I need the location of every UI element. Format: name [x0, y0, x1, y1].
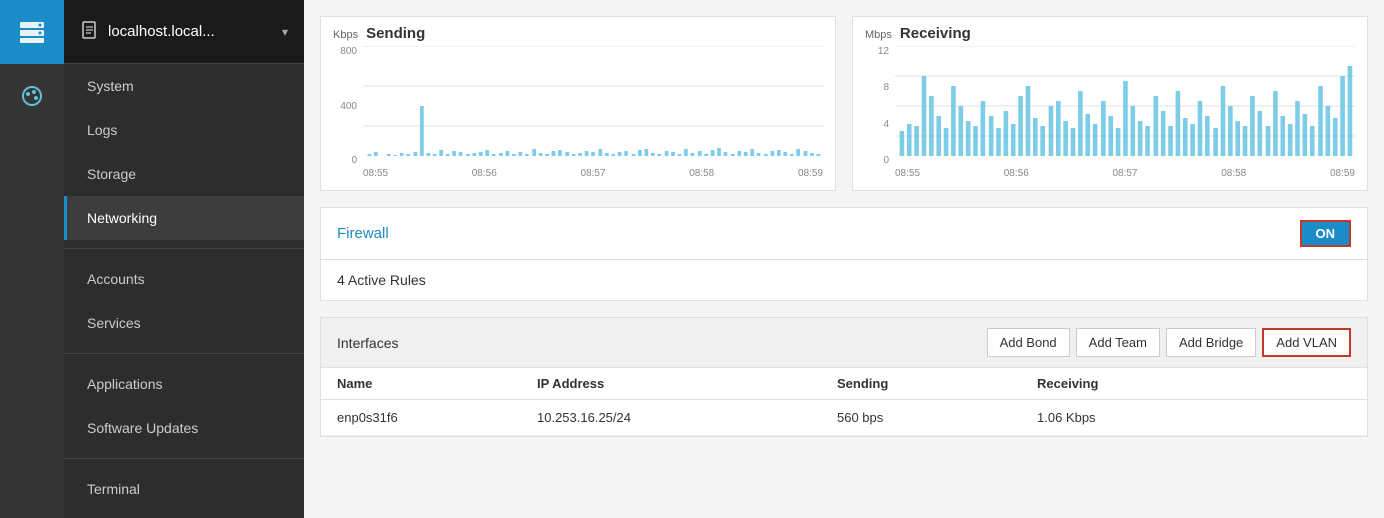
firewall-header: Firewall ON	[321, 208, 1367, 260]
sidebar-item-system[interactable]: System	[64, 64, 304, 108]
sending-chart-header: Kbps Sending	[333, 25, 823, 42]
x-label: 08:58	[689, 168, 714, 186]
y-label: 8	[865, 82, 889, 93]
sending-unit: Kbps	[333, 29, 358, 41]
x-label: 08:56	[472, 168, 497, 186]
row-sending: 560 bps	[837, 410, 1037, 425]
receiving-chart-svg	[895, 46, 1355, 166]
app-logo	[0, 0, 64, 64]
receiving-x-labels: 08:55 08:56 08:57 08:58 08:59	[895, 168, 1355, 186]
nav-header[interactable]: localhost.local... ▾	[64, 0, 304, 64]
x-label: 08:57	[1112, 168, 1137, 186]
icon-sidebar	[0, 0, 64, 518]
x-label: 08:57	[580, 168, 605, 186]
sending-y-labels: 800 400 0	[333, 46, 361, 166]
y-label: 0	[865, 155, 889, 166]
sidebar-item-accounts[interactable]: Accounts	[64, 257, 304, 301]
firewall-link[interactable]: Firewall	[337, 225, 389, 242]
sending-title: Sending	[366, 25, 425, 42]
sidebar-item-networking[interactable]: Networking	[64, 196, 304, 240]
nav-divider-3	[64, 458, 304, 459]
dashboard-nav-icon[interactable]	[0, 64, 64, 128]
nav-divider	[64, 248, 304, 249]
x-label: 08:58	[1221, 168, 1246, 186]
table-row[interactable]: enp0s31f6 10.253.16.25/24 560 bps 1.06 K…	[321, 400, 1367, 436]
y-label: 0	[333, 155, 357, 166]
receiving-title: Receiving	[900, 25, 971, 42]
sending-chart-area: 800 400 0	[333, 46, 823, 186]
sending-chart-svg	[363, 46, 823, 166]
sidebar-item-logs[interactable]: Logs	[64, 108, 304, 152]
nav-header-title: localhost.local...	[108, 23, 282, 40]
y-label: 800	[333, 46, 357, 57]
receiving-chart-area: 12 8 4 0	[865, 46, 1355, 186]
add-bond-button[interactable]: Add Bond	[987, 328, 1070, 357]
col-header-name: Name	[337, 376, 537, 391]
firewall-body: 4 Active Rules	[321, 260, 1367, 300]
receiving-y-labels: 12 8 4 0	[865, 46, 893, 166]
charts-row: Kbps Sending 800 400 0	[320, 16, 1368, 191]
x-label: 08:55	[363, 168, 388, 186]
sending-chart-container: Kbps Sending 800 400 0	[320, 16, 836, 191]
receiving-chart-inner	[895, 46, 1355, 166]
add-team-button[interactable]: Add Team	[1076, 328, 1160, 357]
add-bridge-button[interactable]: Add Bridge	[1166, 328, 1256, 357]
row-receiving: 1.06 Kbps	[1037, 410, 1237, 425]
sidebar-item-services[interactable]: Services	[64, 301, 304, 345]
interfaces-section: Interfaces Add Bond Add Team Add Bridge …	[320, 317, 1368, 437]
receiving-unit: Mbps	[865, 29, 892, 41]
x-label: 08:59	[1330, 168, 1355, 186]
sidebar-item-applications[interactable]: Applications	[64, 362, 304, 406]
document-icon	[80, 21, 98, 39]
row-name: enp0s31f6	[337, 410, 537, 425]
nav-header-icon	[80, 21, 98, 43]
add-vlan-button[interactable]: Add VLAN	[1262, 328, 1351, 357]
sending-x-labels: 08:55 08:56 08:57 08:58 08:59	[363, 168, 823, 186]
nav-sidebar: localhost.local... ▾ System Logs Storage…	[64, 0, 304, 518]
sending-chart-inner	[363, 46, 823, 166]
palette-icon	[20, 84, 44, 108]
receiving-chart-container: Mbps Receiving 12 8 4 0	[852, 16, 1368, 191]
x-label: 08:59	[798, 168, 823, 186]
receiving-chart-header: Mbps Receiving	[865, 25, 1355, 42]
server-icon	[18, 18, 46, 46]
firewall-rules-text: 4 Active Rules	[337, 272, 426, 288]
sidebar-item-storage[interactable]: Storage	[64, 152, 304, 196]
interfaces-buttons: Add Bond Add Team Add Bridge Add VLAN	[987, 328, 1351, 357]
y-label: 4	[865, 119, 889, 130]
y-label: 12	[865, 46, 889, 57]
nav-divider-2	[64, 353, 304, 354]
col-header-sending: Sending	[837, 376, 1037, 391]
firewall-section: Firewall ON 4 Active Rules	[320, 207, 1368, 301]
x-label: 08:56	[1004, 168, 1029, 186]
main-content: Kbps Sending 800 400 0	[304, 0, 1384, 518]
sidebar-item-terminal[interactable]: Terminal	[64, 467, 304, 511]
sidebar-item-software-updates[interactable]: Software Updates	[64, 406, 304, 450]
row-ip: 10.253.16.25/24	[537, 410, 837, 425]
interfaces-table-header: Name IP Address Sending Receiving	[321, 368, 1367, 400]
y-label: 400	[333, 101, 357, 112]
x-label: 08:55	[895, 168, 920, 186]
chevron-down-icon: ▾	[282, 25, 288, 39]
col-header-ip: IP Address	[537, 376, 837, 391]
interfaces-header: Interfaces Add Bond Add Team Add Bridge …	[321, 318, 1367, 368]
interfaces-title: Interfaces	[337, 335, 398, 351]
col-header-receiving: Receiving	[1037, 376, 1237, 391]
firewall-toggle[interactable]: ON	[1300, 220, 1352, 247]
